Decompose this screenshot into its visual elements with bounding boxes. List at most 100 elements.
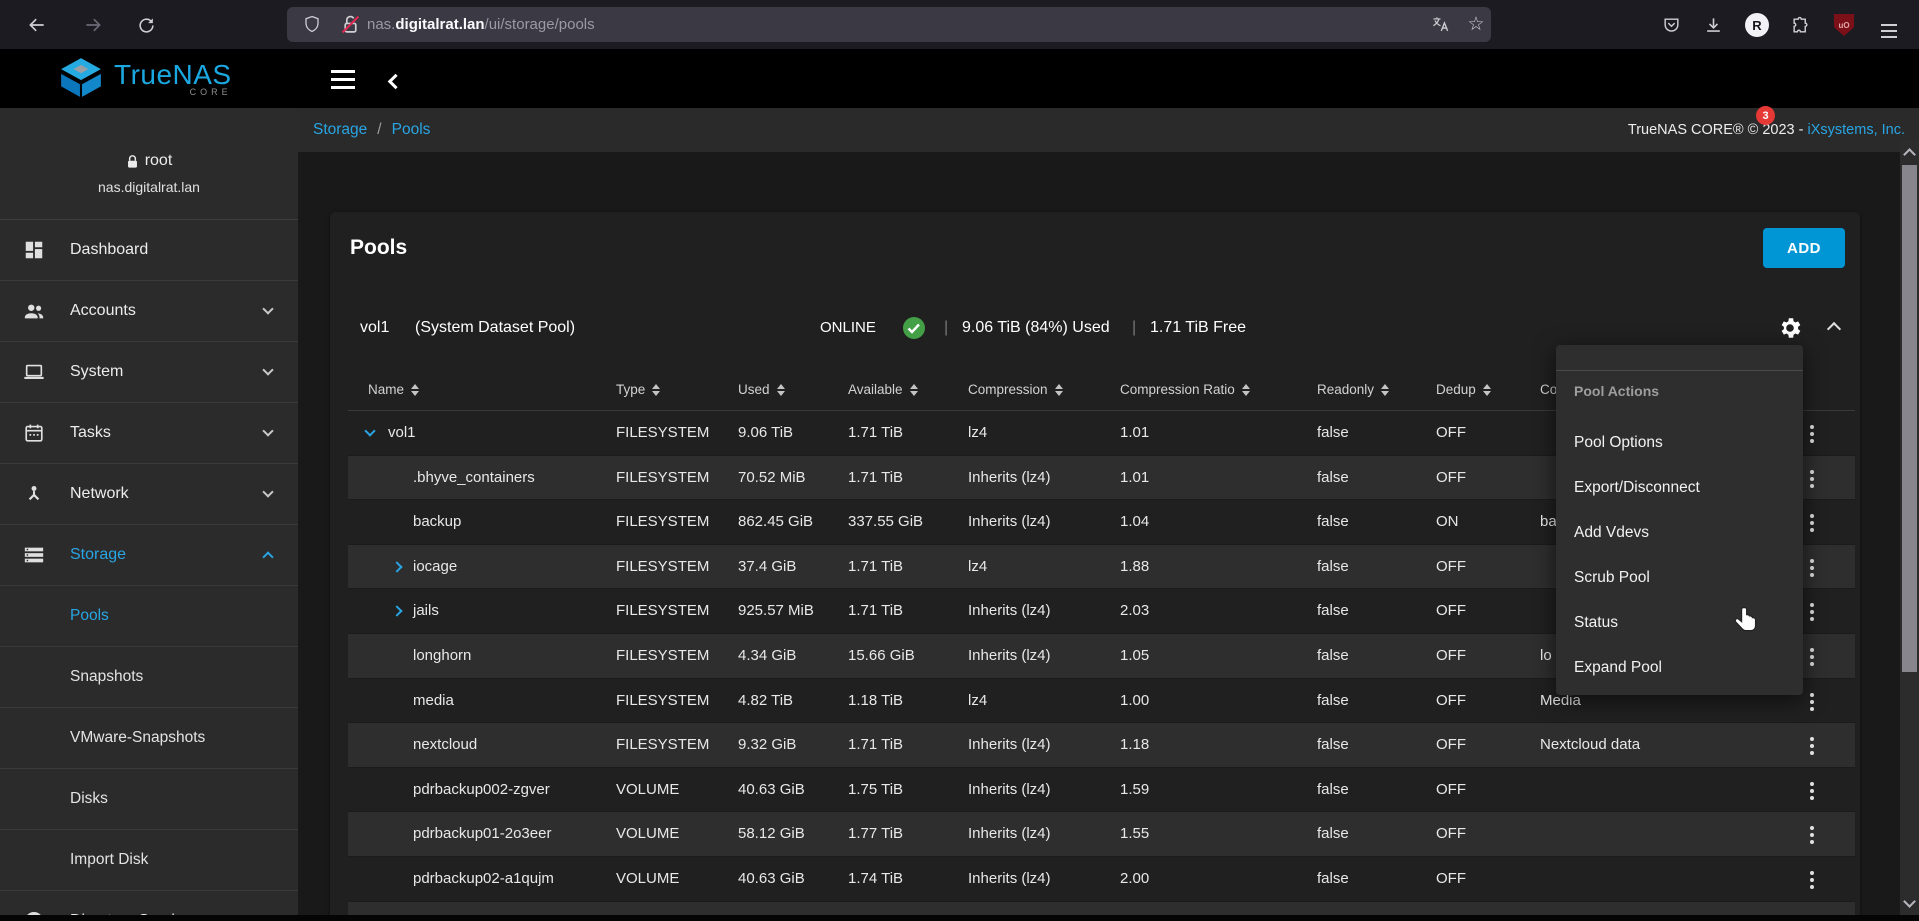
- chevron-down-icon: [262, 364, 273, 375]
- scrollbar-thumb[interactable]: [1902, 165, 1917, 672]
- pocket-icon[interactable]: [1658, 12, 1684, 38]
- back-button[interactable]: [24, 12, 50, 38]
- row-actions-kebab-icon[interactable]: [1803, 509, 1821, 537]
- ublock-icon[interactable]: uO: [1831, 12, 1857, 38]
- column-header-dedup[interactable]: Dedup: [1436, 368, 1491, 411]
- truenas-logo[interactable]: TrueNAS CORE: [58, 57, 232, 99]
- row-actions-kebab-icon[interactable]: [1803, 821, 1821, 849]
- cell-dedup: OFF: [1436, 679, 1466, 724]
- menu-item-pool-options[interactable]: Pool Options: [1556, 420, 1803, 465]
- row-actions-kebab-icon[interactable]: [1803, 643, 1821, 671]
- cell-type: FILESYSTEM: [616, 723, 709, 768]
- sidebar-subitem-import-disk[interactable]: Import Disk: [0, 830, 298, 891]
- sidebar-subitem-disks[interactable]: Disks: [0, 769, 298, 830]
- menu-item-status[interactable]: Status: [1556, 600, 1803, 645]
- cell-available: 15.66 GiB: [848, 634, 915, 679]
- cell-available: 1.71 TiB: [848, 589, 903, 634]
- menu-item-expand-pool[interactable]: Expand Pool: [1556, 645, 1803, 690]
- row-actions-kebab-icon[interactable]: [1803, 465, 1821, 493]
- cell-compression: Inherits (lz4): [968, 589, 1051, 634]
- column-header-compression[interactable]: Compression: [968, 368, 1063, 411]
- mouse-cursor: [1732, 606, 1760, 636]
- cell-compression: Inherits (lz4): [968, 768, 1051, 813]
- column-header-available[interactable]: Available: [848, 368, 918, 411]
- sidebar-item-network[interactable]: Network: [0, 464, 298, 525]
- cell-used: 58.12 GiB: [738, 812, 805, 857]
- browser-menu-icon[interactable]: [1876, 18, 1902, 44]
- column-label: Readonly: [1317, 368, 1374, 411]
- chevron-right-expander-icon[interactable]: [391, 606, 402, 617]
- menu-item-export-disconnect[interactable]: Export/Disconnect: [1556, 465, 1803, 510]
- bookmark-star-icon[interactable]: ☆: [1463, 11, 1489, 37]
- truenas-logo-icon: [58, 57, 104, 99]
- column-label: Compression Ratio: [1120, 368, 1235, 411]
- row-actions-kebab-icon[interactable]: [1803, 554, 1821, 582]
- sidebar-subitem-snapshots[interactable]: Snapshots: [0, 647, 298, 708]
- tracking-shield-icon[interactable]: [299, 11, 325, 37]
- row-actions-kebab-icon[interactable]: [1803, 598, 1821, 626]
- cell-name: backup: [413, 500, 461, 545]
- sidebar-item-storage[interactable]: Storage: [0, 525, 298, 586]
- row-actions-kebab-icon[interactable]: [1803, 688, 1821, 716]
- cell-readonly: false: [1317, 589, 1349, 634]
- cell-name: pdrbackup02-a1qujm: [413, 857, 554, 902]
- pool-collapse-chevron[interactable]: [1820, 316, 1848, 340]
- row-actions-kebab-icon[interactable]: [1803, 866, 1821, 894]
- breadcrumb-storage-link[interactable]: Storage: [313, 121, 367, 138]
- forward-button[interactable]: [80, 12, 106, 38]
- cell-ratio: 1.88: [1120, 545, 1149, 590]
- column-header-compression-ratio[interactable]: Compression Ratio: [1120, 368, 1250, 411]
- sort-icon: [1242, 384, 1250, 396]
- column-header-readonly[interactable]: Readonly: [1317, 368, 1389, 411]
- cell-readonly: false: [1317, 545, 1349, 590]
- sidebar-item-accounts[interactable]: Accounts: [0, 281, 298, 342]
- translate-icon[interactable]: [1427, 11, 1453, 37]
- column-header-used[interactable]: Used: [738, 368, 785, 411]
- reload-button[interactable]: [133, 12, 159, 38]
- browser-toolbar: nas.digitalrat.lan/ui/storage/pools ☆ R …: [0, 0, 1919, 49]
- sort-icon: [1381, 384, 1389, 396]
- sidebar-nav: DashboardAccountsSystem Tasks NetworkStora…: [0, 220, 298, 921]
- menu-item-add-vdevs[interactable]: Add Vdevs: [1556, 510, 1803, 555]
- sidebar-subitem-vmware-snapshots[interactable]: VMware-Snapshots: [0, 708, 298, 769]
- chevron-down-icon: [262, 303, 273, 314]
- sidebar-item-tasks[interactable]: Tasks: [0, 403, 298, 464]
- ixsystems-link[interactable]: iXsystems, Inc.: [1808, 122, 1906, 138]
- pool-actions-gear-icon[interactable]: [1772, 310, 1808, 346]
- menu-item-scrub-pool[interactable]: Scrub Pool: [1556, 555, 1803, 600]
- breadcrumb-pools-link[interactable]: Pools: [392, 121, 431, 138]
- sidenav-collapse-icon[interactable]: [388, 74, 404, 90]
- profile-avatar[interactable]: R: [1744, 12, 1770, 38]
- cell-type: FILESYSTEM: [616, 456, 709, 501]
- cell-type: VOLUME: [616, 857, 679, 902]
- add-pool-button[interactable]: ADD: [1763, 228, 1845, 268]
- cell-available: 1.71 TiB: [848, 411, 903, 456]
- sidebar-item-label: Tasks: [70, 424, 111, 442]
- row-actions-kebab-icon[interactable]: [1803, 732, 1821, 760]
- column-header-type[interactable]: Type: [616, 368, 660, 411]
- chevron-right-expander-icon[interactable]: [391, 561, 402, 572]
- sidebar-subitem-label: Snapshots: [70, 668, 143, 686]
- sidebar-item-dashboard[interactable]: Dashboard: [0, 220, 298, 281]
- cell-available: 1.71 TiB: [848, 545, 903, 590]
- row-actions-kebab-icon[interactable]: [1803, 777, 1821, 805]
- row-actions-kebab-icon[interactable]: [1803, 420, 1821, 448]
- chevron-down-expander-icon[interactable]: [364, 425, 375, 436]
- cell-used: 9.06 TiB: [738, 411, 793, 456]
- extensions-puzzle-icon[interactable]: [1787, 12, 1813, 38]
- url-bar[interactable]: nas.digitalrat.lan/ui/storage/pools ☆: [287, 7, 1491, 42]
- cell-ratio: 2.03: [1120, 589, 1149, 634]
- column-header-name[interactable]: Name: [368, 368, 419, 411]
- downloads-icon[interactable]: [1700, 12, 1726, 38]
- url-text[interactable]: nas.digitalrat.lan/ui/storage/pools: [367, 7, 595, 42]
- breadcrumb-separator: /: [377, 121, 381, 138]
- cell-name: .bhyve_containers: [413, 456, 535, 501]
- pool-name: vol1: [360, 304, 389, 352]
- sidebar-item-system[interactable]: System: [0, 342, 298, 403]
- sidebar-subitem-pools[interactable]: Pools: [0, 586, 298, 647]
- breadcrumb: Storage / Pools: [313, 108, 430, 152]
- network-icon: [22, 482, 46, 506]
- sidenav-toggle-icon[interactable]: [331, 70, 355, 89]
- cell-type: VOLUME: [616, 768, 679, 813]
- insecure-lock-icon[interactable]: [337, 11, 363, 37]
